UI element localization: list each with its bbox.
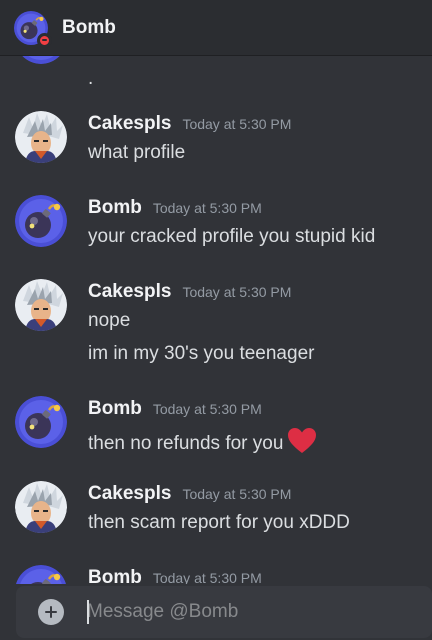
username[interactable]: Bomb	[88, 398, 142, 420]
message-text: .	[88, 68, 94, 89]
timestamp: Today at 5:30 PM	[182, 486, 292, 502]
text-caret	[87, 600, 89, 624]
avatar[interactable]	[15, 396, 67, 448]
timestamp: Today at 5:30 PM	[182, 116, 292, 132]
message-text: nope	[88, 310, 131, 331]
dm-header: Bomb	[0, 0, 432, 56]
message-text: what profile	[88, 142, 186, 163]
message-composer	[0, 584, 432, 640]
red-heart-icon	[287, 427, 317, 460]
bomb-avatar-icon	[15, 565, 67, 584]
message-text: your cracked profile you stupid kid	[88, 226, 376, 247]
username[interactable]: Bomb	[88, 567, 142, 584]
add-attachment-button[interactable]	[38, 599, 64, 625]
header-avatar[interactable]	[14, 11, 52, 48]
username[interactable]: Cakespls	[88, 281, 171, 303]
timestamp: Today at 5:30 PM	[152, 570, 262, 584]
username[interactable]: Bomb	[88, 197, 142, 219]
message-text: im in my 30's you teenager	[88, 343, 315, 364]
avatar[interactable]	[15, 111, 67, 163]
username[interactable]: Cakespls	[88, 113, 171, 135]
bomb-avatar-icon	[15, 195, 67, 247]
dm-title[interactable]: Bomb	[62, 17, 116, 39]
goku-avatar-icon	[15, 279, 67, 331]
avatar[interactable]	[15, 56, 67, 64]
goku-avatar-icon	[15, 111, 67, 163]
message-input[interactable]	[87, 596, 417, 628]
dnd-status-icon	[37, 32, 52, 48]
username[interactable]: Cakespls	[88, 483, 171, 505]
composer-box	[16, 586, 432, 638]
timestamp: Today at 5:30 PM	[152, 200, 262, 216]
avatar[interactable]	[15, 481, 67, 533]
avatar[interactable]	[15, 279, 67, 331]
message-text: then no refunds for you	[88, 433, 284, 454]
message-text: then scam report for you xDDD	[88, 512, 350, 533]
bomb-avatar-icon	[15, 56, 67, 64]
goku-avatar-icon	[15, 481, 67, 533]
avatar[interactable]	[15, 195, 67, 247]
bomb-avatar-icon	[15, 396, 67, 448]
message-line: then no refunds for you	[88, 427, 317, 460]
timestamp: Today at 5:30 PM	[182, 284, 292, 300]
avatar[interactable]	[15, 565, 67, 584]
timestamp: Today at 5:30 PM	[152, 401, 262, 417]
message-list: . Cakespls Today at 5:30 PM what profile…	[0, 56, 432, 584]
